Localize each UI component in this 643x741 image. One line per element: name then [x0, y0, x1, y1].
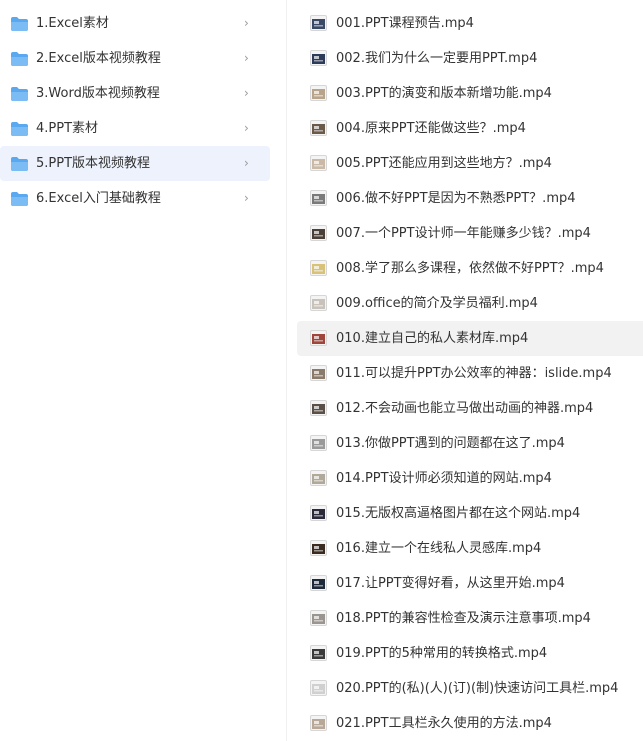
video-thumbnail-icon — [310, 50, 327, 66]
file-item[interactable]: 017.让PPT变得好看，从这里开始.mp4 — [297, 566, 643, 601]
folder-list: 1.Excel素材 › 2.Excel版本视频教程 › 3.Word版本视频教程 › 4.P… — [0, 0, 272, 741]
file-name: 005.PPT还能应用到这些地方？.mp4 — [336, 156, 552, 171]
video-thumbnail-icon — [310, 575, 327, 591]
video-thumbnail-icon — [310, 540, 327, 556]
file-item[interactable]: 001.PPT课程预告.mp4 — [297, 6, 643, 41]
video-thumbnail-icon — [310, 680, 327, 696]
folder-label: 2.Excel版本视频教程 — [36, 51, 161, 66]
video-thumbnail-icon — [310, 190, 327, 206]
video-thumbnail-icon — [310, 645, 327, 661]
file-item[interactable]: 005.PPT还能应用到这些地方？.mp4 — [297, 146, 643, 181]
file-item[interactable]: 008.学了那么多课程，依然做不好PPT？.mp4 — [297, 251, 643, 286]
file-browser: 1.Excel素材 › 2.Excel版本视频教程 › 3.Word版本视频教程 › 4.P… — [0, 0, 643, 741]
video-thumbnail-icon — [310, 715, 327, 731]
file-item[interactable]: 021.PPT工具栏永久使用的方法.mp4 — [297, 706, 643, 741]
pane-divider — [286, 0, 287, 741]
file-item[interactable]: 002.我们为什么一定要用PPT.mp4 — [297, 41, 643, 76]
chevron-right-icon: › — [244, 156, 249, 170]
video-thumbnail-icon — [310, 15, 327, 31]
folder-item[interactable]: 2.Excel版本视频教程 › — [0, 41, 270, 76]
video-thumbnail-icon — [310, 435, 327, 451]
chevron-right-icon: › — [244, 51, 249, 65]
video-thumbnail-icon — [310, 225, 327, 241]
folder-icon — [11, 86, 28, 101]
file-name: 010.建立自己的私人素材库.mp4 — [336, 331, 529, 346]
file-name: 015.无版权高逼格图片都在这个网站.mp4 — [336, 506, 581, 521]
file-item[interactable]: 007.一个PPT设计师一年能赚多少钱？.mp4 — [297, 216, 643, 251]
file-item[interactable]: 004.原来PPT还能做这些？.mp4 — [297, 111, 643, 146]
file-item[interactable]: 006.做不好PPT是因为不熟悉PPT？.mp4 — [297, 181, 643, 216]
video-thumbnail-icon — [310, 120, 327, 136]
file-name: 008.学了那么多课程，依然做不好PPT？.mp4 — [336, 261, 604, 276]
folder-icon — [11, 121, 28, 136]
folder-label: 1.Excel素材 — [36, 16, 109, 31]
file-item[interactable]: 011.可以提升PPT办公效率的神器：islide.mp4 — [297, 356, 643, 391]
folder-icon — [11, 156, 28, 171]
file-item[interactable]: 003.PPT的演变和版本新增功能.mp4 — [297, 76, 643, 111]
file-name: 019.PPT的5种常用的转换格式.mp4 — [336, 646, 548, 661]
file-name: 012.不会动画也能立马做出动画的神器.mp4 — [336, 401, 594, 416]
file-name: 002.我们为什么一定要用PPT.mp4 — [336, 51, 538, 66]
video-thumbnail-icon — [310, 85, 327, 101]
folder-icon — [11, 191, 28, 206]
file-name: 018.PPT的兼容性检查及演示注意事项.mp4 — [336, 611, 591, 626]
file-item[interactable]: 012.不会动画也能立马做出动画的神器.mp4 — [297, 391, 643, 426]
file-item[interactable]: 009.office的简介及学员福利.mp4 — [297, 286, 643, 321]
file-item[interactable]: 016.建立一个在线私人灵感库.mp4 — [297, 531, 643, 566]
folder-icon — [11, 16, 28, 31]
folder-icon — [11, 51, 28, 66]
file-name: 013.你做PPT遇到的问题都在这了.mp4 — [336, 436, 565, 451]
file-item[interactable]: 014.PPT设计师必须知道的网站.mp4 — [297, 461, 643, 496]
video-thumbnail-icon — [310, 330, 327, 346]
chevron-right-icon: › — [244, 121, 249, 135]
video-thumbnail-icon — [310, 505, 327, 521]
file-item[interactable]: 018.PPT的兼容性检查及演示注意事项.mp4 — [297, 601, 643, 636]
file-name: 003.PPT的演变和版本新增功能.mp4 — [336, 86, 552, 101]
folder-label: 6.Excel入门基础教程 — [36, 191, 161, 206]
file-name: 014.PPT设计师必须知道的网站.mp4 — [336, 471, 552, 486]
folder-item[interactable]: 1.Excel素材 › — [0, 6, 270, 41]
file-name: 011.可以提升PPT办公效率的神器：islide.mp4 — [336, 366, 612, 381]
video-thumbnail-icon — [310, 470, 327, 486]
file-name: 001.PPT课程预告.mp4 — [336, 16, 474, 31]
folder-label: 4.PPT素材 — [36, 121, 99, 136]
folder-item[interactable]: 3.Word版本视频教程 › — [0, 76, 270, 111]
folder-label: 5.PPT版本视频教程 — [36, 156, 151, 171]
file-name: 004.原来PPT还能做这些？.mp4 — [336, 121, 526, 136]
file-name: 016.建立一个在线私人灵感库.mp4 — [336, 541, 542, 556]
file-list: 001.PPT课程预告.mp4 002.我们为什么一定要用PPT.mp4 003.P… — [297, 0, 643, 741]
file-item[interactable]: 015.无版权高逼格图片都在这个网站.mp4 — [297, 496, 643, 531]
folder-item[interactable]: 6.Excel入门基础教程 › — [0, 181, 270, 216]
video-thumbnail-icon — [310, 365, 327, 381]
video-thumbnail-icon — [310, 295, 327, 311]
file-name: 006.做不好PPT是因为不熟悉PPT？.mp4 — [336, 191, 576, 206]
file-item[interactable]: 019.PPT的5种常用的转换格式.mp4 — [297, 636, 643, 671]
file-item[interactable]: 010.建立自己的私人素材库.mp4 — [297, 321, 643, 356]
video-thumbnail-icon — [310, 155, 327, 171]
file-name: 021.PPT工具栏永久使用的方法.mp4 — [336, 716, 552, 731]
folder-item[interactable]: 5.PPT版本视频教程 › — [0, 146, 270, 181]
folder-item[interactable]: 4.PPT素材 › — [0, 111, 270, 146]
file-name: 007.一个PPT设计师一年能赚多少钱？.mp4 — [336, 226, 591, 241]
chevron-right-icon: › — [244, 86, 249, 100]
file-name: 009.office的简介及学员福利.mp4 — [336, 296, 538, 311]
file-item[interactable]: 013.你做PPT遇到的问题都在这了.mp4 — [297, 426, 643, 461]
video-thumbnail-icon — [310, 610, 327, 626]
chevron-right-icon: › — [244, 16, 249, 30]
video-thumbnail-icon — [310, 260, 327, 276]
file-name: 020.PPT的(私)(人)(订)(制)快速访问工具栏.mp4 — [336, 681, 619, 696]
video-thumbnail-icon — [310, 400, 327, 416]
folder-label: 3.Word版本视频教程 — [36, 86, 160, 101]
file-item[interactable]: 020.PPT的(私)(人)(订)(制)快速访问工具栏.mp4 — [297, 671, 643, 706]
file-name: 017.让PPT变得好看，从这里开始.mp4 — [336, 576, 565, 591]
chevron-right-icon: › — [244, 191, 249, 205]
